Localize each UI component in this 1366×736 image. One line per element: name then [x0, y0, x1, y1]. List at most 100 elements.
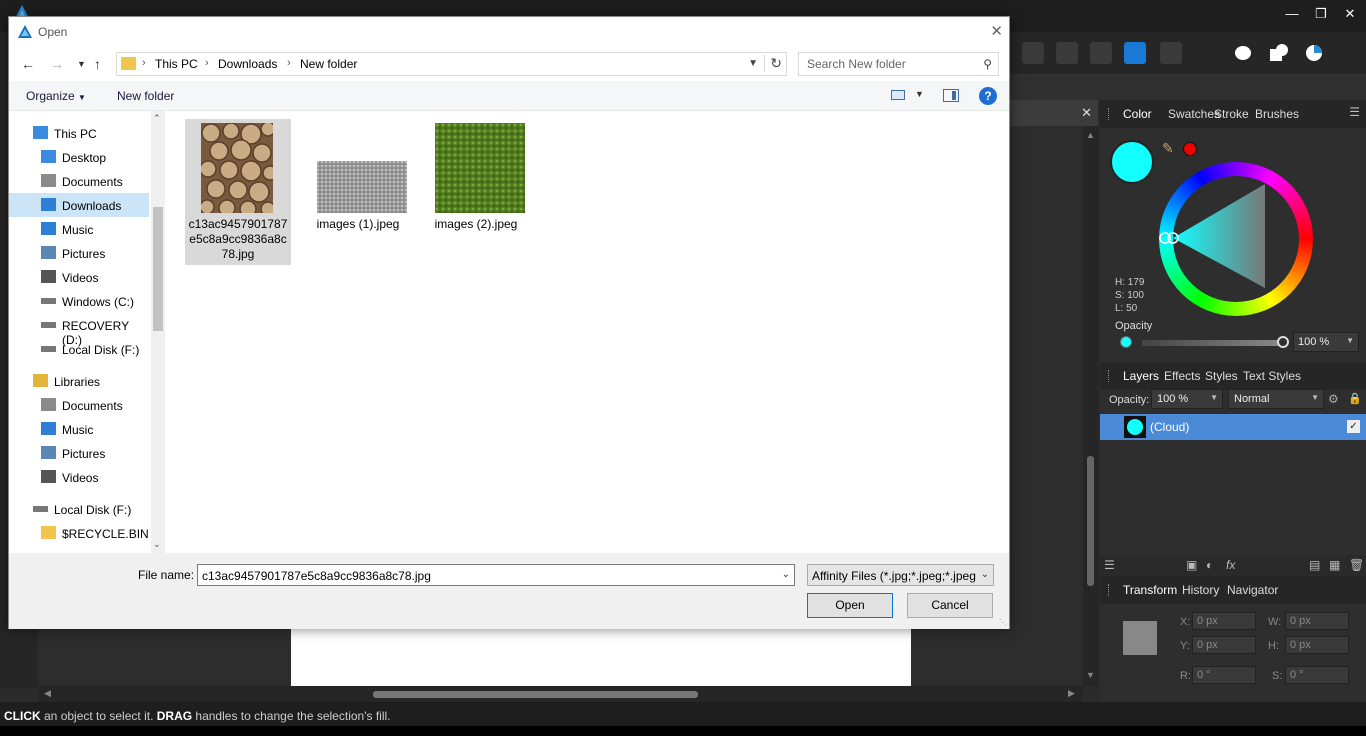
minimize-icon[interactable]: — [1280, 6, 1304, 21]
chevron-right-icon[interactable]: › [142, 57, 146, 69]
panel-grip[interactable] [1108, 584, 1111, 596]
recent-locations-chevron-icon[interactable]: ▼ [77, 59, 86, 69]
preview-pane-icon[interactable] [943, 89, 959, 102]
tab-history[interactable]: History [1182, 583, 1219, 597]
scroll-right-arrow-icon[interactable]: ▶ [1068, 688, 1075, 699]
file-item[interactable]: c13ac9457901787 e5c8a9cc9836a8c 78.jpg [185, 119, 291, 265]
nav-item[interactable]: Local Disk (F:) [9, 337, 149, 361]
breadcrumb-this-pc[interactable]: This PC [155, 57, 198, 71]
cancel-button[interactable]: Cancel [907, 593, 993, 618]
nav-item[interactable]: Windows (C:) [9, 289, 149, 313]
chevron-down-icon[interactable]: ▼ [1210, 393, 1218, 402]
color-wheel[interactable] [1159, 162, 1313, 316]
r-field[interactable]: 0 ° [1192, 666, 1256, 684]
forward-arrow-icon[interactable]: → [50, 56, 64, 72]
chevron-down-icon[interactable]: ▼ [1311, 393, 1319, 402]
trash-icon[interactable]: 🗑 [1349, 558, 1364, 572]
tab-effects[interactable]: Effects [1164, 369, 1200, 383]
layer-opacity-field[interactable]: 100 % ▼ [1151, 389, 1223, 409]
primary-color-swatch[interactable] [1110, 140, 1154, 184]
address-bar[interactable]: › This PC › Downloads › New folder ▼ ↻ [116, 52, 787, 76]
file-name-input[interactable]: c13ac9457901787e5c8a9cc9836a8c78.jpg ⌄ [197, 564, 795, 586]
combine-icon[interactable] [1268, 43, 1290, 63]
close-icon[interactable]: ✕ [990, 22, 1003, 40]
anchor-selector[interactable] [1123, 621, 1157, 655]
scroll-left-arrow-icon[interactable]: ◀ [44, 688, 51, 699]
group-icon[interactable]: ▦ [1329, 558, 1340, 572]
canvas-page[interactable] [291, 628, 911, 686]
document-tab[interactable]: ✕ [1010, 100, 1098, 126]
scroll-thumb[interactable] [153, 207, 163, 331]
toolbar-button[interactable] [1090, 42, 1112, 64]
tab-color[interactable]: Color [1123, 107, 1152, 121]
layer-row[interactable]: (Cloud) ✓ [1100, 414, 1366, 440]
toolbar-button[interactable] [1056, 42, 1078, 64]
panel-grip[interactable] [1108, 370, 1111, 382]
help-icon[interactable]: ? [979, 87, 997, 105]
app-close-icon[interactable]: ✕ [1338, 6, 1362, 22]
color-picker-icon[interactable]: ✎ [1162, 140, 1174, 157]
tab-close-icon[interactable]: ✕ [1081, 105, 1092, 121]
mask-icon[interactable]: ▣ [1186, 558, 1197, 572]
w-field[interactable]: 0 px [1285, 612, 1349, 630]
color-triangle[interactable] [1159, 162, 1313, 316]
scroll-thumb[interactable] [1087, 456, 1094, 586]
view-mode-icon[interactable] [891, 90, 905, 100]
tab-brushes[interactable]: Brushes [1255, 107, 1299, 121]
toolbar-button[interactable] [1022, 42, 1044, 64]
chevron-right-icon[interactable]: › [205, 57, 209, 69]
back-arrow-icon[interactable]: ← [21, 56, 35, 72]
adjustment-icon[interactable]: ◐ [1206, 558, 1213, 572]
file-list-pane[interactable]: c13ac9457901787 e5c8a9cc9836a8c 78.jpg i… [167, 111, 1009, 553]
chevron-down-icon[interactable]: ▼ [1346, 336, 1354, 345]
chevron-down-icon[interactable]: ⌄ [980, 569, 989, 580]
secondary-color-swatch[interactable] [1183, 142, 1197, 156]
opacity-slider[interactable] [1142, 340, 1282, 346]
scroll-thumb[interactable] [373, 691, 698, 698]
nav-item[interactable]: Videos [9, 265, 149, 289]
nav-item[interactable]: Downloads [9, 193, 149, 217]
dialog-titlebar[interactable]: Open ✕ [9, 17, 1009, 47]
canvas-horizontal-scrollbar[interactable]: ◀ ▶ [38, 686, 1083, 702]
nav-item[interactable]: Music [9, 217, 149, 241]
open-button[interactable]: Open [807, 593, 893, 618]
tab-styles[interactable]: Styles [1205, 369, 1238, 383]
blend-mode-select[interactable]: Normal ▼ [1228, 389, 1324, 409]
lock-icon[interactable]: 🔒 [1348, 392, 1362, 405]
search-icon[interactable]: ⚲ [983, 57, 992, 71]
nav-item[interactable]: Music [9, 417, 149, 441]
file-type-select[interactable]: Affinity Files (*.jpg;*.jpeg;*.jpeg ⌄ [807, 564, 994, 586]
fx-icon[interactable]: fx [1226, 558, 1235, 572]
toolbar-button-active[interactable] [1124, 42, 1146, 64]
layers-stack-icon[interactable]: ☰ [1104, 558, 1115, 572]
tab-transform[interactable]: Transform [1123, 583, 1177, 597]
panel-grip[interactable] [1108, 108, 1111, 120]
tab-text-styles[interactable]: Text Styles [1243, 369, 1301, 383]
nav-item[interactable]: $RECYCLE.BIN [9, 521, 149, 545]
breadcrumb-downloads[interactable]: Downloads [218, 57, 277, 71]
panel-menu-icon[interactable]: ☰ [1349, 105, 1360, 119]
scroll-down-arrow-icon[interactable]: ▼ [1086, 670, 1095, 680]
h-field[interactable]: 0 px [1285, 636, 1349, 654]
speech-bubble-icon[interactable] [1232, 43, 1254, 63]
nav-item[interactable]: This PC [9, 121, 149, 145]
toolbar-button[interactable] [1160, 42, 1182, 64]
s-field[interactable]: 0 ° [1285, 666, 1349, 684]
chevron-up-icon[interactable]: ⌃ [153, 113, 161, 124]
chevron-down-icon[interactable]: ⌄ [782, 569, 790, 580]
nav-item[interactable]: RECOVERY (D:) [9, 313, 149, 347]
opacity-field[interactable]: 100 % ▼ [1293, 332, 1359, 352]
resize-grip-icon[interactable]: ⋱ [999, 618, 1007, 627]
chevron-down-icon[interactable]: ▼ [748, 58, 758, 69]
tab-layers[interactable]: Layers [1123, 369, 1159, 383]
tab-swatches[interactable]: Swatches [1168, 107, 1220, 121]
chevron-right-icon[interactable]: › [287, 57, 291, 69]
up-arrow-icon[interactable]: ↑ [94, 56, 101, 72]
layer-visibility-checkbox[interactable]: ✓ [1347, 420, 1360, 433]
search-input[interactable]: Search New folder ⚲ [798, 52, 999, 76]
nav-item[interactable]: Documents [9, 169, 149, 193]
tab-navigator[interactable]: Navigator [1227, 583, 1278, 597]
new-folder-button[interactable]: New folder [117, 89, 174, 103]
tab-stroke[interactable]: Stroke [1214, 107, 1249, 121]
breadcrumb-new-folder[interactable]: New folder [300, 57, 357, 71]
